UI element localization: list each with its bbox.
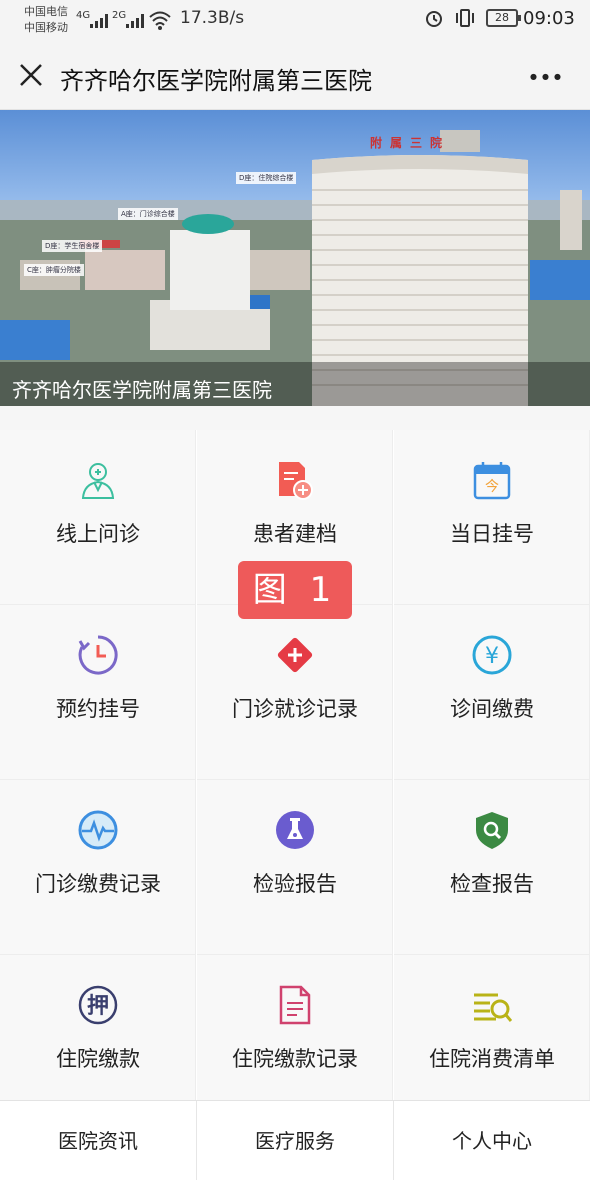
service-label: 患者建档 xyxy=(253,522,337,546)
building-label-a: A座：门诊综合楼 xyxy=(118,208,178,220)
banner-caption: 齐齐哈尔医学院附属第三医院 xyxy=(12,378,272,402)
battery-icon: 28 xyxy=(486,9,521,27)
service-label: 住院缴款 xyxy=(56,1047,140,1071)
status-bar: 中国电信 中国移动 4G 2G 17.3B/s 28 09:03 xyxy=(0,0,590,42)
clock: 09:03 xyxy=(523,8,575,29)
building-label-dorm: D座：学生宿舍楼 xyxy=(42,240,103,252)
title-bar: 齐齐哈尔医学院附属第三医院 ●●● xyxy=(0,42,590,110)
service-label: 门诊就诊记录 xyxy=(232,697,358,721)
service-lab-report[interactable]: 检验报告 xyxy=(197,780,393,955)
deposit-char: 押 xyxy=(87,993,109,1019)
service-payment-records[interactable]: 门诊缴费记录 xyxy=(0,780,196,955)
page-title: 齐齐哈尔医学院附属第三医院 xyxy=(60,67,372,95)
building-sign: 附属三院 xyxy=(370,136,451,150)
add-file-icon xyxy=(279,462,313,500)
nav-hospital-news[interactable]: 医院资讯 xyxy=(0,1101,197,1180)
heartbeat-icon xyxy=(78,810,118,850)
carrier-names: 中国电信 中国移动 xyxy=(24,4,68,36)
service-label: 诊间缴费 xyxy=(450,697,534,721)
doctor-icon xyxy=(81,463,115,499)
carrier-2: 中国移动 xyxy=(24,21,68,34)
signal-2-icon xyxy=(126,12,144,28)
service-exam-report[interactable]: 检查报告 xyxy=(394,780,590,955)
service-grid: 线上问诊 患者建档 今 当日挂号 预约挂号 门诊就诊记录 ¥ 诊间缴费 门诊缴费… xyxy=(0,430,590,1130)
service-appointment[interactable]: 预约挂号 xyxy=(0,605,196,780)
wifi-icon xyxy=(149,11,171,30)
service-online-consult[interactable]: 线上问诊 xyxy=(0,430,196,605)
service-same-day-register[interactable]: 今 当日挂号 xyxy=(394,430,590,605)
building-label-d: D座：住院综合楼 xyxy=(236,172,297,184)
lab-test-icon xyxy=(276,811,314,849)
service-label: 住院消费清单 xyxy=(429,1047,555,1071)
service-label: 线上问诊 xyxy=(56,522,140,546)
calendar-char: 今 xyxy=(485,479,499,495)
service-label: 检验报告 xyxy=(253,872,337,896)
yuan-char: ¥ xyxy=(485,644,499,669)
nav-personal-center[interactable]: 个人中心 xyxy=(394,1101,590,1180)
building-label-c: C座：肿瘤分院楼 xyxy=(24,264,84,276)
net-speed: 17.3B/s xyxy=(180,8,245,28)
service-label: 门诊缴费记录 xyxy=(35,872,161,896)
clock-appointment-icon xyxy=(78,635,118,675)
signal-1-icon xyxy=(90,12,108,28)
alarm-icon xyxy=(426,11,442,27)
vibrate-icon xyxy=(456,9,474,27)
carrier-1: 中国电信 xyxy=(24,5,68,18)
yuan-icon: ¥ xyxy=(472,635,512,675)
service-clinic-payment[interactable]: ¥ 诊间缴费 xyxy=(394,605,590,780)
service-visit-records[interactable]: 门诊就诊记录 xyxy=(197,605,393,780)
list-search-icon xyxy=(474,993,512,1022)
document-icon xyxy=(279,985,311,1025)
signal-2-label: 2G xyxy=(112,10,127,21)
service-label: 预约挂号 xyxy=(56,697,140,721)
hospital-banner[interactable]: D座：住院综合楼 A座：门诊综合楼 D座：学生宿舍楼 C座：肿瘤分院楼 附属三院… xyxy=(0,110,590,406)
service-label: 住院缴款记录 xyxy=(232,1047,358,1071)
service-label: 当日挂号 xyxy=(450,522,534,546)
signal-1-label: 4G xyxy=(76,10,91,21)
close-icon[interactable] xyxy=(16,60,46,90)
service-label: 检查报告 xyxy=(450,872,534,896)
more-options-icon[interactable]: ●●● xyxy=(530,72,566,81)
deposit-icon: 押 xyxy=(78,985,118,1025)
calendar-today-icon: 今 xyxy=(473,462,511,500)
medical-cross-icon xyxy=(277,637,313,673)
figure-badge: 图 1 xyxy=(238,561,352,619)
shield-search-icon xyxy=(476,812,508,849)
bottom-nav: 医院资讯 医疗服务 个人中心 xyxy=(0,1100,590,1180)
nav-medical-services[interactable]: 医疗服务 xyxy=(197,1101,394,1180)
status-icons: 28 xyxy=(424,8,521,28)
